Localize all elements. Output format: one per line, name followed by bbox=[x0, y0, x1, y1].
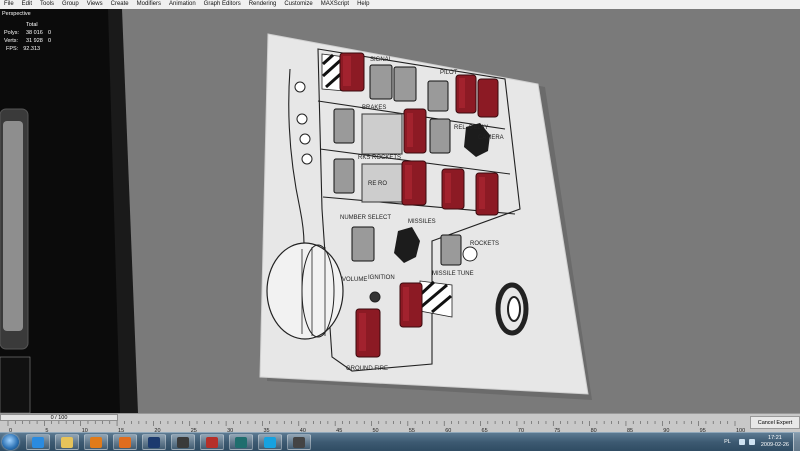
movie-maker-icon bbox=[177, 437, 189, 448]
ie-icon bbox=[32, 437, 44, 448]
panel-label-volume: VOLUME bbox=[342, 277, 367, 283]
taskbar-button[interactable] bbox=[26, 434, 50, 450]
panel-label-pilot: PILOT bbox=[440, 70, 458, 76]
panel-label-missiles: MISSILES bbox=[408, 219, 436, 225]
image-viewer-icon bbox=[206, 437, 218, 448]
panel-label-rockets: ROCKETS bbox=[470, 241, 499, 247]
clock-time: 17:21 bbox=[768, 435, 782, 441]
fps-readout: FPS: 92.313 bbox=[6, 46, 40, 52]
polys-label: Polys: bbox=[4, 30, 19, 36]
firefox-icon bbox=[119, 437, 131, 448]
polys-selected: 0 bbox=[48, 30, 52, 36]
skype-icon bbox=[264, 437, 276, 448]
panel-label-missile-tune: MISSILE TUNE bbox=[432, 271, 474, 277]
stats-header: Total bbox=[26, 22, 38, 28]
panel-label-brakes: BRAKES bbox=[362, 105, 386, 111]
taskbar-button[interactable] bbox=[229, 434, 253, 450]
perspective-viewport[interactable]: SIGNAL BRAKES PILOT REL. DELAY CAMERA RK… bbox=[0, 9, 800, 413]
menu-rendering[interactable]: Rendering bbox=[245, 0, 281, 9]
menu-help[interactable]: Help bbox=[353, 0, 373, 9]
taskbar-button[interactable] bbox=[258, 434, 282, 450]
panel-label-ground-fire: GROUND FIRE bbox=[346, 366, 388, 372]
fps-label: FPS: bbox=[6, 46, 19, 52]
3dsmax-icon bbox=[235, 437, 247, 448]
menu-maxscript[interactable]: MAXScript bbox=[317, 0, 353, 9]
taskbar-button[interactable] bbox=[84, 434, 108, 450]
system-tray: PL 17:21 2009-02-26 bbox=[724, 433, 800, 451]
volume-icon[interactable] bbox=[748, 439, 755, 445]
panel-label-number-select: NUMBER SELECT bbox=[340, 215, 391, 221]
video-icon bbox=[293, 437, 305, 448]
taskbar-button[interactable] bbox=[171, 434, 195, 450]
polys-value: 38 016 bbox=[26, 30, 43, 36]
clock-date: 2009-02-26 bbox=[760, 442, 789, 448]
menu-edit[interactable]: Edit bbox=[18, 0, 36, 9]
taskbar-button[interactable] bbox=[142, 434, 166, 450]
menu-tools[interactable]: Tools bbox=[36, 0, 58, 9]
menu-graph-editors[interactable]: Graph Editors bbox=[200, 0, 245, 9]
time-slider[interactable]: 0 / 100 bbox=[0, 414, 118, 421]
panel-label-rel-delay: REL. DELAY bbox=[454, 125, 488, 131]
stats-overlay: Total Polys: 38 016 0 Verts: 31 928 0 bbox=[4, 21, 51, 45]
media-player-icon bbox=[90, 437, 102, 448]
menu-customize[interactable]: Customize bbox=[280, 0, 316, 9]
explorer-icon bbox=[61, 437, 73, 448]
language-indicator[interactable]: PL bbox=[724, 439, 731, 445]
panel-label-rks-rockets: RKS ROCKETS bbox=[358, 155, 401, 161]
verts-value: 31 928 bbox=[26, 38, 43, 44]
timeline: 0 / 100 0 5 10 15 20 25 30 35 40 45 50 55 60 65 70 75 80… bbox=[0, 413, 800, 438]
rotary-dial-assembly bbox=[266, 242, 344, 340]
viewport-label[interactable]: Perspective bbox=[2, 11, 31, 17]
start-button[interactable] bbox=[2, 434, 19, 450]
taskbar-button[interactable] bbox=[200, 434, 224, 450]
menu-animation[interactable]: Animation bbox=[165, 0, 200, 9]
clock[interactable]: 17:21 2009-02-26 bbox=[761, 435, 789, 449]
panel-label-signal: SIGNAL bbox=[370, 57, 393, 63]
menu-group[interactable]: Group bbox=[58, 0, 83, 9]
verts-label: Verts: bbox=[4, 38, 19, 44]
taskbar-button[interactable] bbox=[55, 434, 79, 450]
dark-side-object bbox=[0, 9, 138, 413]
taskbar-button[interactable] bbox=[113, 434, 137, 450]
taskbar-button[interactable] bbox=[287, 434, 311, 450]
menu-views[interactable]: Views bbox=[83, 0, 107, 9]
panel-label-ignition: IGNITION bbox=[368, 275, 395, 281]
photoshop-icon bbox=[148, 437, 160, 448]
fps-value: 92.313 bbox=[23, 46, 41, 52]
cancel-expert-mode-button[interactable]: Cancel Expert Mode bbox=[750, 416, 800, 438]
network-icon[interactable] bbox=[738, 439, 745, 445]
menu-file[interactable]: File bbox=[0, 0, 18, 9]
viewport-scene: SIGNAL BRAKES PILOT REL. DELAY CAMERA RK… bbox=[0, 9, 592, 413]
panel-label-camera: CAMERA bbox=[478, 135, 504, 141]
taskbar: PL 17:21 2009-02-26 bbox=[0, 432, 800, 451]
show-desktop-button[interactable] bbox=[793, 433, 800, 451]
panel-label-re-ro: RE RO bbox=[368, 181, 387, 187]
verts-selected: 0 bbox=[48, 38, 52, 44]
control-panel-plane bbox=[259, 33, 589, 395]
menu-create[interactable]: Create bbox=[107, 0, 133, 9]
menu-modifiers[interactable]: Modifiers bbox=[133, 0, 165, 9]
